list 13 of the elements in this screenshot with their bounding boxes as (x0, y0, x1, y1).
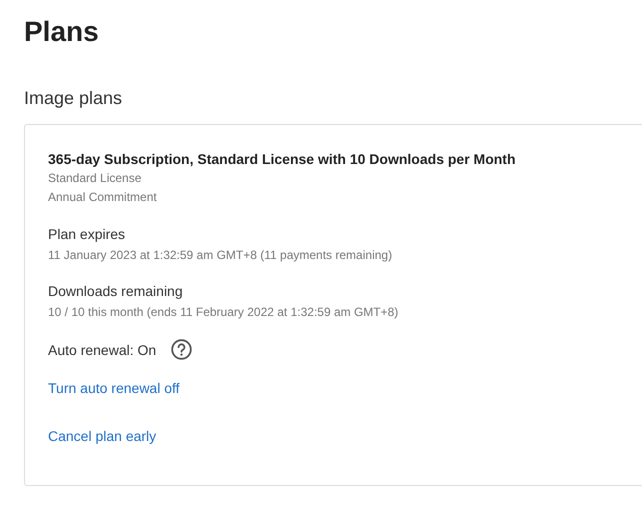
fact-value: 10 / 10 this month (ends 11 February 2022 at 1:32:59 am GMT+8) (48, 304, 400, 321)
action-link[interactable]: Turn auto renewal off (48, 378, 180, 398)
page-title: Plans (24, 15, 100, 49)
plan-detail: Standard License (48, 170, 142, 187)
auto-renewal-status: Auto renewal: On (48, 340, 156, 360)
section-title: Image plans (24, 87, 124, 110)
action-link[interactable]: Cancel plan early (48, 426, 156, 446)
fact-value: 11 January 2023 at 1:32:59 am GMT+8 (11 payments remaining) (48, 247, 394, 264)
help-icon[interactable] (171, 339, 192, 360)
plan-detail: Annual Commitment (48, 189, 158, 206)
fact-label: Downloads remaining (48, 282, 184, 301)
plan-name: 365-day Subscription, Standard License with 10 Downloads per Month (48, 150, 517, 169)
fact-label: Plan expires (48, 225, 126, 244)
